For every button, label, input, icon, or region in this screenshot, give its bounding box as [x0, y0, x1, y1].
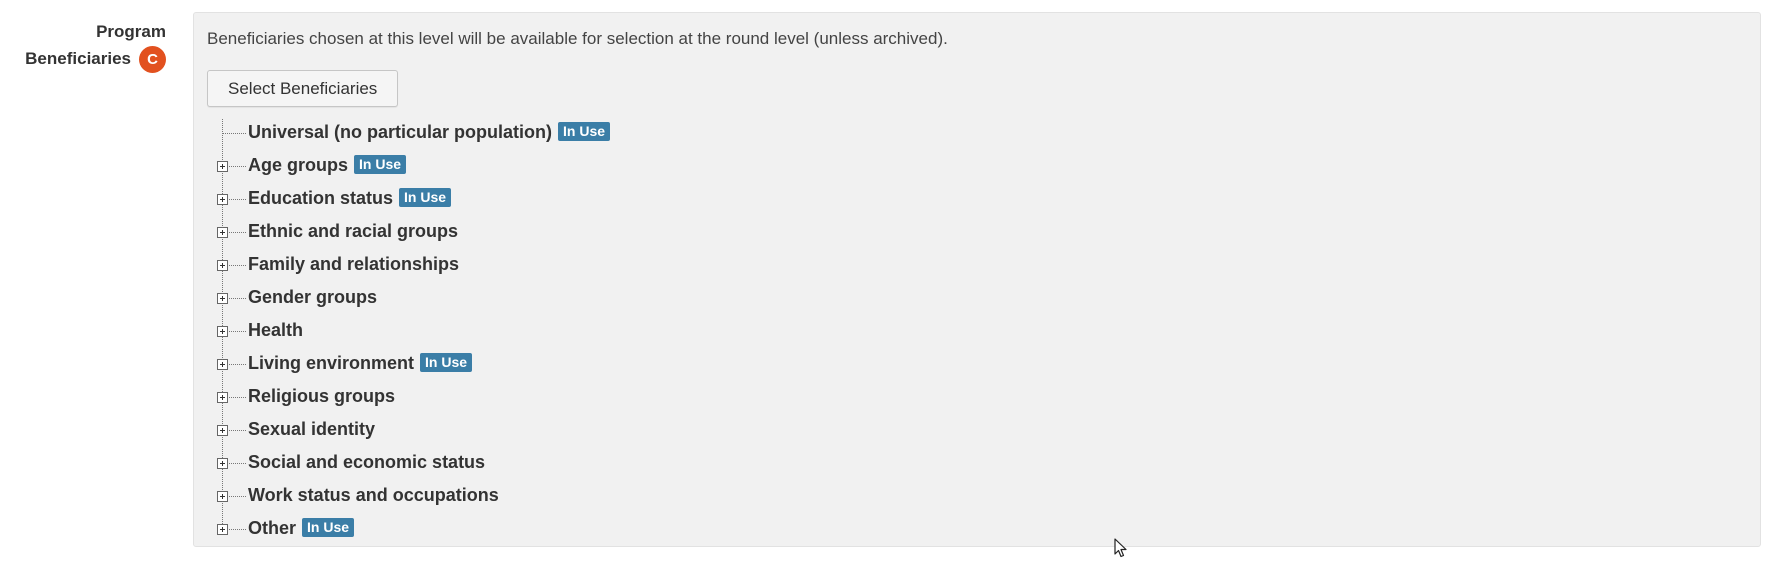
beneficiaries-panel: Beneficiaries chosen at this level will … — [193, 12, 1761, 547]
tree-item: Education status In Use — [216, 182, 610, 215]
tree-item-label[interactable]: Work status and occupations — [248, 485, 499, 505]
tree-item-label[interactable]: Gender groups — [248, 287, 377, 307]
tree-item: Health — [216, 314, 610, 347]
tree-item: Sexual identity — [216, 413, 610, 446]
tree-item: Religious groups — [216, 380, 610, 413]
tree-item-label[interactable]: Age groups — [248, 155, 348, 175]
in-use-badge: In Use — [558, 122, 611, 141]
tree-item-label[interactable]: Living environment — [248, 353, 414, 373]
expand-plus-icon[interactable] — [217, 194, 228, 205]
expand-plus-icon[interactable] — [217, 458, 228, 469]
tree-item: Other In Use — [216, 512, 610, 545]
expand-plus-icon[interactable] — [217, 293, 228, 304]
tree-item-label[interactable]: Family and relationships — [248, 254, 459, 274]
expand-plus-icon[interactable] — [217, 524, 228, 535]
in-use-badge: In Use — [302, 518, 355, 537]
field-label-line2: Beneficiaries — [25, 49, 131, 68]
tree-item: Social and economic status — [216, 446, 610, 479]
tree-item-label[interactable]: Ethnic and racial groups — [248, 221, 458, 241]
tree-item: Ethnic and racial groups — [216, 215, 610, 248]
in-use-badge: In Use — [420, 353, 473, 372]
category-badge: C — [139, 46, 166, 74]
expand-plus-icon[interactable] — [217, 392, 228, 403]
expand-plus-icon[interactable] — [217, 359, 228, 370]
expand-plus-icon[interactable] — [217, 161, 228, 172]
beneficiary-tree: Universal (no particular population) In U… — [216, 116, 611, 545]
tree-item-label[interactable]: Education status — [248, 188, 393, 208]
field-label: Program Beneficiaries C — [0, 18, 166, 74]
in-use-badge: In Use — [399, 188, 452, 207]
tree-item: Work status and occupations — [216, 479, 610, 512]
expand-plus-icon[interactable] — [217, 425, 228, 436]
tree-item-label[interactable]: Sexual identity — [248, 419, 375, 439]
expand-plus-icon[interactable] — [217, 260, 228, 271]
expand-plus-icon[interactable] — [217, 326, 228, 337]
program-beneficiaries-field: Program Beneficiaries C Beneficiaries cho… — [0, 0, 1772, 561]
tree-item-label[interactable]: Social and economic status — [248, 452, 485, 472]
tree-item: Family and relationships — [216, 248, 610, 281]
in-use-badge: In Use — [354, 155, 407, 174]
field-label-line2-wrap: Beneficiaries C — [0, 45, 166, 74]
tree-item-label[interactable]: Religious groups — [248, 386, 395, 406]
tree-item: Universal (no particular population) In U… — [216, 116, 611, 149]
expand-plus-icon[interactable] — [217, 227, 228, 238]
field-label-line1: Program — [96, 22, 166, 41]
tree-connector — [222, 133, 246, 134]
select-beneficiaries-button[interactable]: Select Beneficiaries — [207, 70, 399, 107]
tree-item: Age groups In Use — [216, 149, 610, 182]
tree-item: Gender groups — [216, 281, 610, 314]
tree-item: Living environment In Use — [216, 347, 610, 380]
expand-plus-icon[interactable] — [217, 491, 228, 502]
tree-item-label[interactable]: Other — [248, 518, 296, 538]
help-text: Beneficiaries chosen at this level will … — [207, 29, 948, 48]
tree-item-label[interactable]: Universal (no particular population) — [248, 122, 552, 142]
tree-item-label[interactable]: Health — [248, 320, 303, 340]
mouse-pointer-icon — [1114, 538, 1127, 558]
